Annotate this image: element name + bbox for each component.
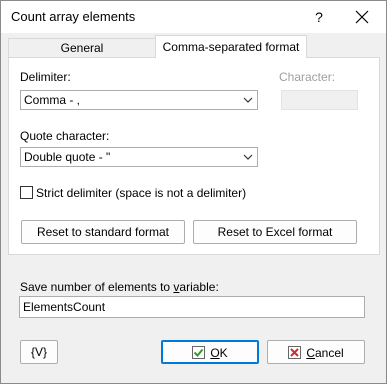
ok-button[interactable]: OK — [161, 340, 259, 364]
tab-panel: Delimiter: Character: Comma - , Quote ch… — [8, 57, 380, 255]
check-icon — [192, 346, 206, 360]
cancel-label: Cancel — [306, 346, 343, 360]
ok-label-accesskey: O — [210, 345, 220, 360]
save-variable-label: Save number of elements to variable: — [20, 280, 219, 294]
delimiter-label: Delimiter: — [20, 70, 71, 84]
reset-standard-button[interactable]: Reset to standard format — [21, 220, 185, 244]
quote-character-select[interactable]: Double quote - " — [20, 147, 258, 167]
window-title: Count array elements — [11, 9, 136, 24]
character-label: Character: — [279, 70, 336, 84]
chevron-down-icon — [243, 97, 253, 103]
tab-general[interactable]: General — [8, 38, 156, 58]
character-input — [281, 90, 358, 110]
cancel-button[interactable]: Cancel — [267, 340, 365, 364]
ok-label-rest: K — [219, 345, 228, 360]
save-variable-label-end: ariable: — [179, 280, 219, 294]
close-icon — [355, 10, 369, 24]
insert-variable-button[interactable]: {V} — [20, 340, 58, 364]
close-button[interactable] — [347, 5, 377, 29]
quote-character-value: Double quote - " — [24, 150, 111, 164]
tab-comma-separated-format[interactable]: Comma-separated format — [155, 35, 307, 58]
strict-delimiter-checkbox[interactable] — [20, 186, 33, 199]
delimiter-value: Comma - , — [24, 93, 81, 107]
help-button[interactable]: ? — [305, 5, 333, 29]
count-array-elements-dialog: Count array elements ? General Comma-sep… — [0, 0, 387, 384]
title-bar: Count array elements ? — [1, 1, 386, 33]
chevron-down-icon — [243, 154, 253, 160]
cancel-label-accesskey: C — [306, 345, 315, 360]
delimiter-select[interactable]: Comma - , — [20, 90, 258, 110]
variable-name-input[interactable]: ElementsCount — [19, 296, 365, 318]
x-icon — [288, 346, 302, 360]
reset-excel-button[interactable]: Reset to Excel format — [193, 220, 357, 244]
tab-strip: General Comma-separated format — [8, 35, 380, 58]
cancel-label-rest: ancel — [314, 345, 344, 360]
strict-delimiter-label: Strict delimiter (space is not a delimit… — [36, 186, 247, 200]
quote-character-label: Quote character: — [20, 129, 110, 143]
ok-label: OK — [210, 346, 227, 360]
save-variable-label-start: Save number of elements to — [20, 280, 174, 294]
